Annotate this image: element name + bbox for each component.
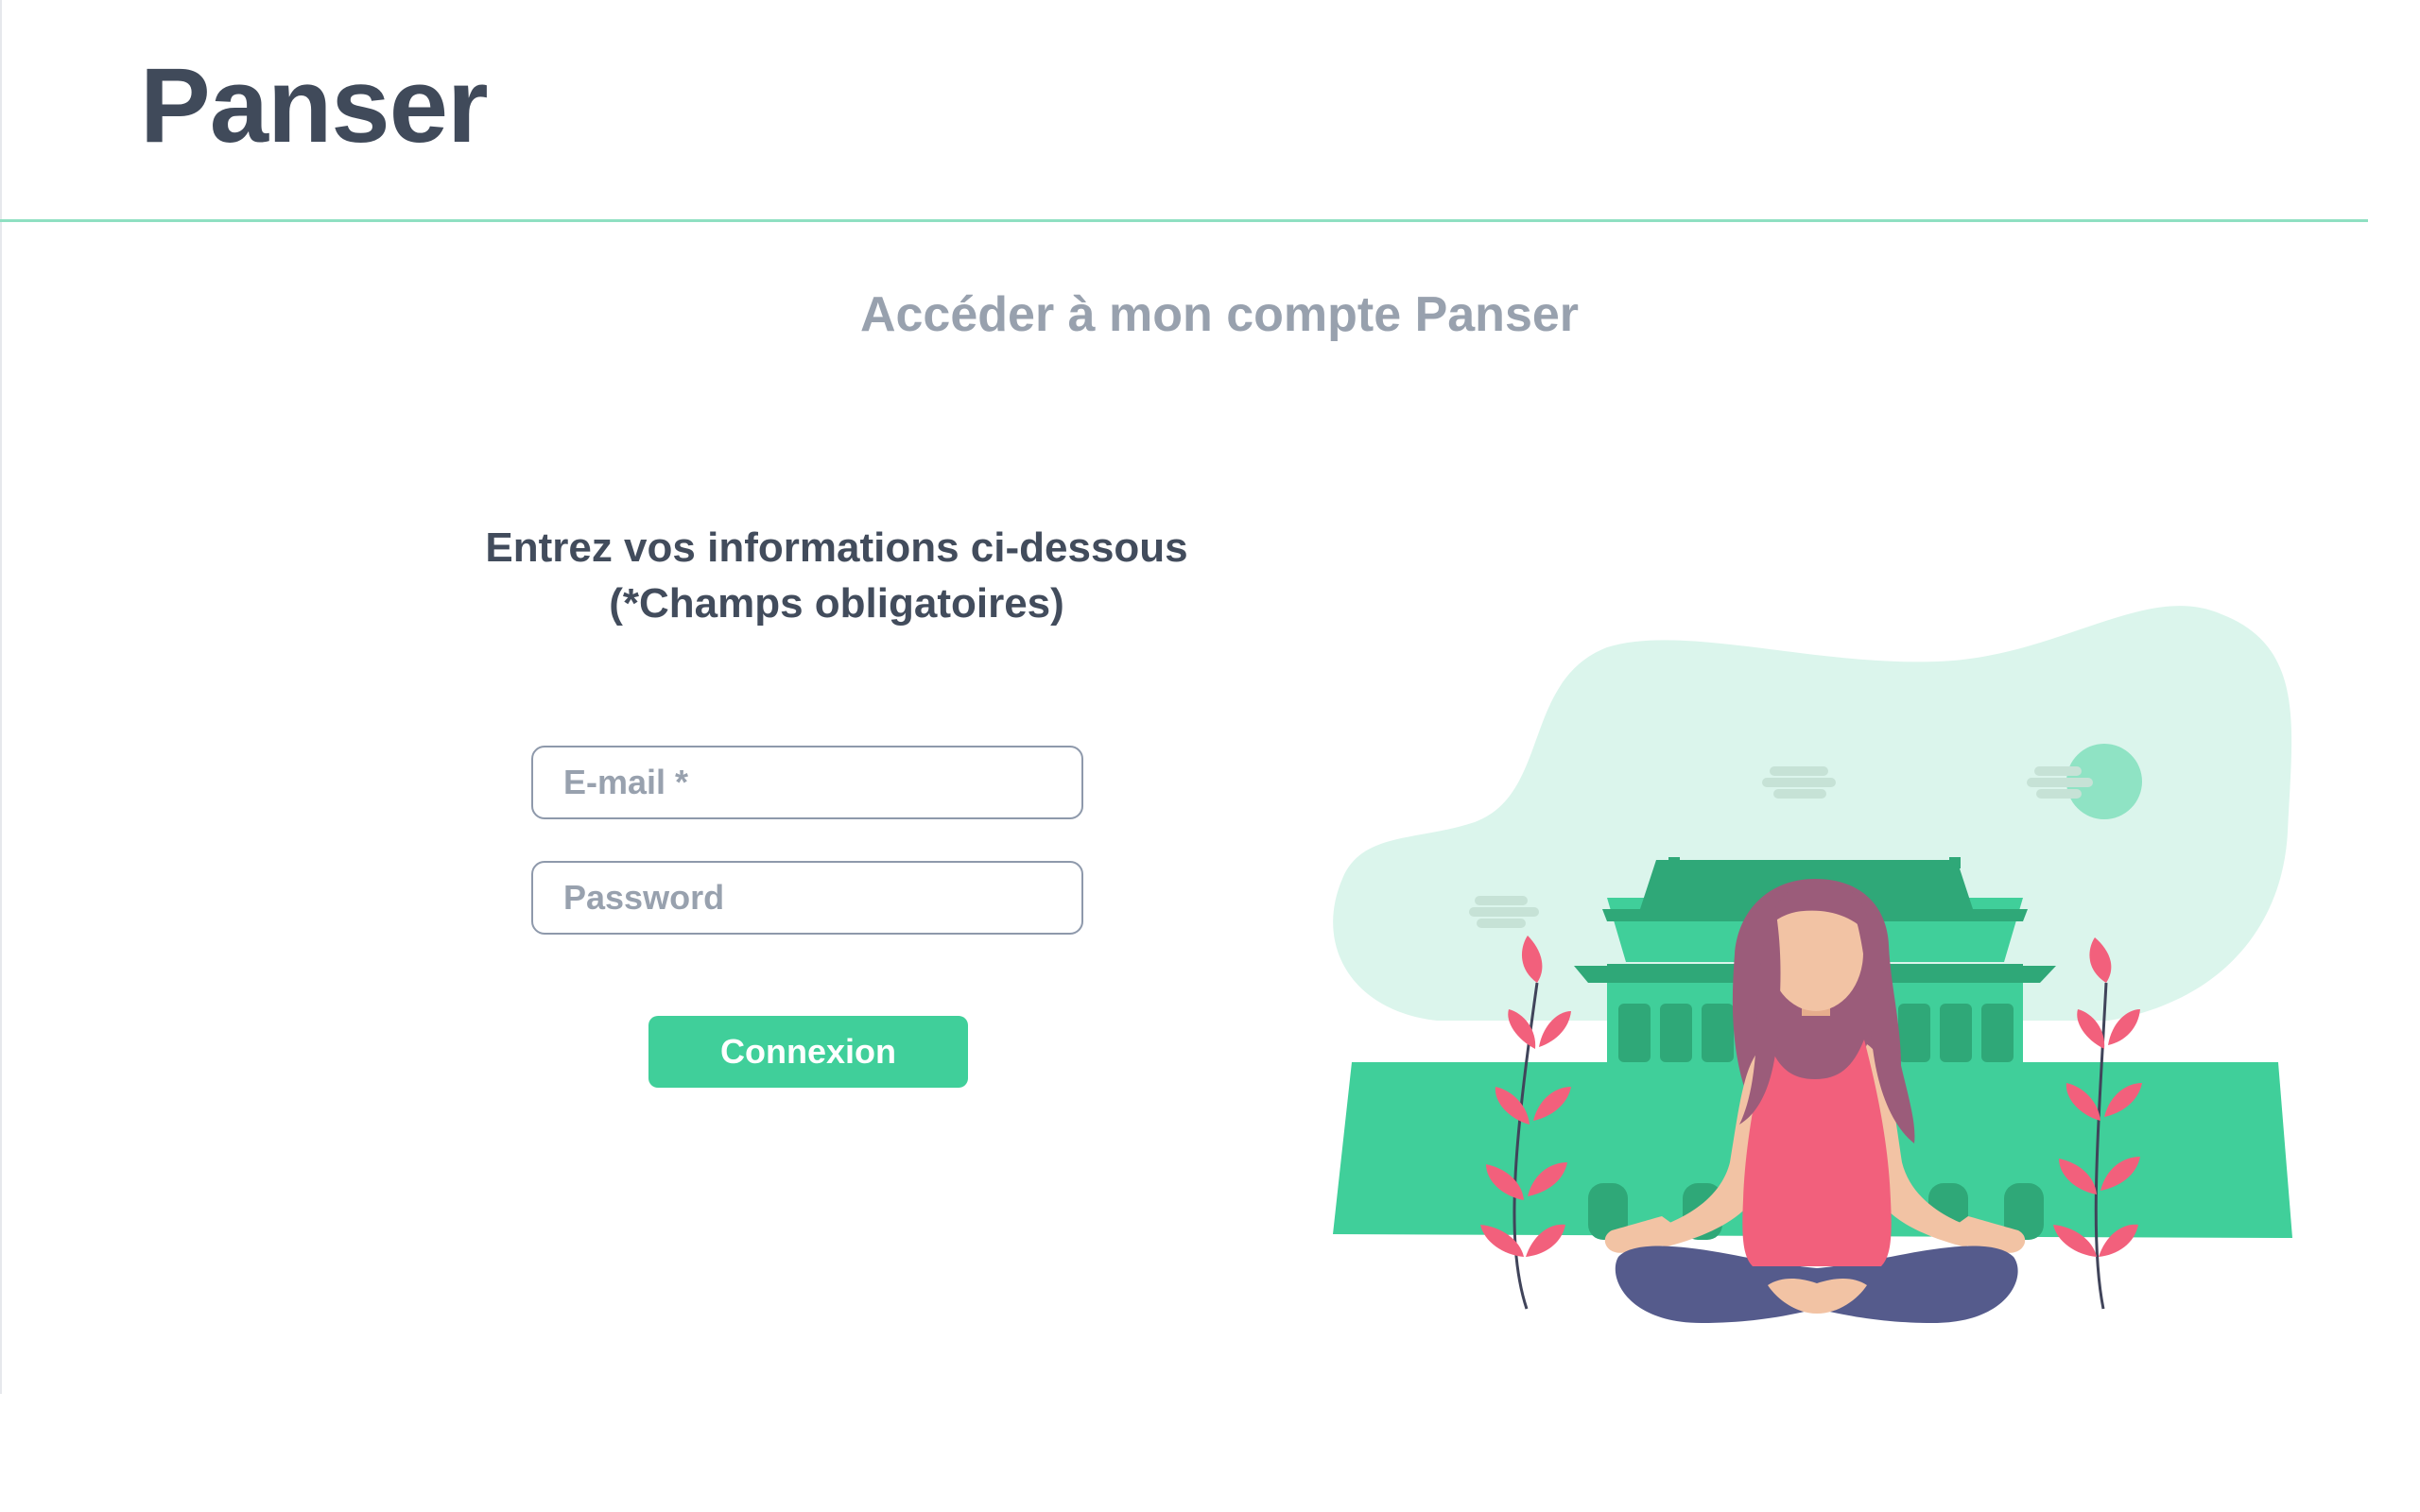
password-field[interactable] [531,861,1083,935]
form-heading-line-2: (*Champs obligatoires) [609,580,1064,627]
meditation-illustration [1333,606,2292,1323]
form-heading: Entrez vos informations ci-dessous (*Cha… [406,520,1267,631]
header: Panser [0,0,2368,222]
login-button[interactable]: Connexion [648,1016,968,1088]
form-heading-line-1: Entrez vos informations ci-dessous [485,524,1188,571]
email-field[interactable] [531,746,1083,819]
page-title: Accéder à mon compte Panser [859,287,1580,342]
brand-logo-text[interactable]: Panser [140,53,489,159]
login-page: Panser Accéder à mon compte Panser Entre… [0,0,2420,1512]
